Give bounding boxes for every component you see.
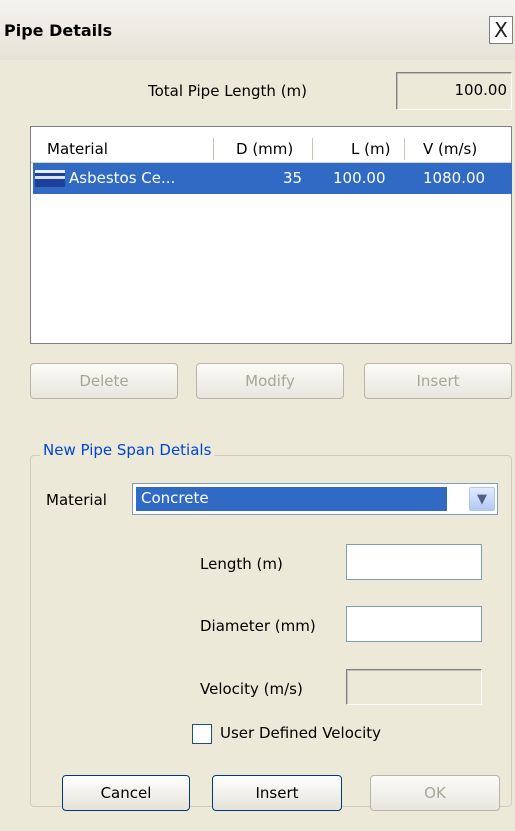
window-title: Pipe Details: [4, 21, 113, 40]
cancel-button[interactable]: Cancel: [62, 775, 190, 811]
ok-button[interactable]: OK: [370, 775, 500, 811]
velocity-input[interactable]: [346, 669, 482, 705]
velocity-label: Velocity (m/s): [200, 680, 303, 698]
length-label: Length (m): [200, 555, 283, 573]
close-button[interactable]: X: [489, 16, 513, 44]
column-header-material[interactable]: Material: [47, 140, 108, 158]
pipe-row-icon: [35, 170, 65, 187]
total-length-field: 100.00: [396, 72, 512, 110]
column-divider: [213, 138, 214, 160]
group-title: New Pipe Span Detials: [40, 441, 215, 459]
length-input[interactable]: [346, 544, 482, 580]
column-divider: [404, 138, 405, 160]
column-header-diameter[interactable]: D (mm): [236, 140, 293, 158]
insert-button[interactable]: Insert: [212, 775, 342, 811]
modify-button[interactable]: Modify: [196, 363, 344, 399]
material-select-value: Concrete: [136, 487, 447, 511]
diameter-label: Diameter (mm): [200, 617, 316, 635]
insert-row-button[interactable]: Insert: [364, 363, 512, 399]
column-divider: [312, 138, 313, 160]
diameter-input[interactable]: [346, 606, 482, 642]
user-defined-velocity-label[interactable]: User Defined Velocity: [220, 724, 381, 742]
material-label: Material: [46, 491, 107, 509]
total-length-label: Total Pipe Length (m): [148, 82, 308, 100]
row-diameter: 35: [283, 169, 303, 187]
column-header-length[interactable]: L (m): [351, 140, 390, 158]
close-icon: X: [494, 18, 508, 42]
delete-button[interactable]: Delete: [30, 363, 178, 399]
table-row[interactable]: Asbestos Ce... 35 100.00 1080.00: [33, 163, 512, 194]
row-length: 100.00: [333, 169, 386, 187]
total-length-value: 100.00: [454, 81, 508, 99]
column-header-velocity[interactable]: V (m/s): [423, 140, 477, 158]
material-dropdown-button[interactable]: ▼: [469, 487, 495, 511]
row-material: Asbestos Ce...: [69, 169, 176, 187]
row-velocity: 1080.00: [423, 169, 486, 187]
user-defined-velocity-checkbox[interactable]: [192, 724, 212, 744]
material-select[interactable]: Concrete ▼: [132, 483, 498, 515]
chevron-down-icon: ▼: [477, 491, 487, 507]
